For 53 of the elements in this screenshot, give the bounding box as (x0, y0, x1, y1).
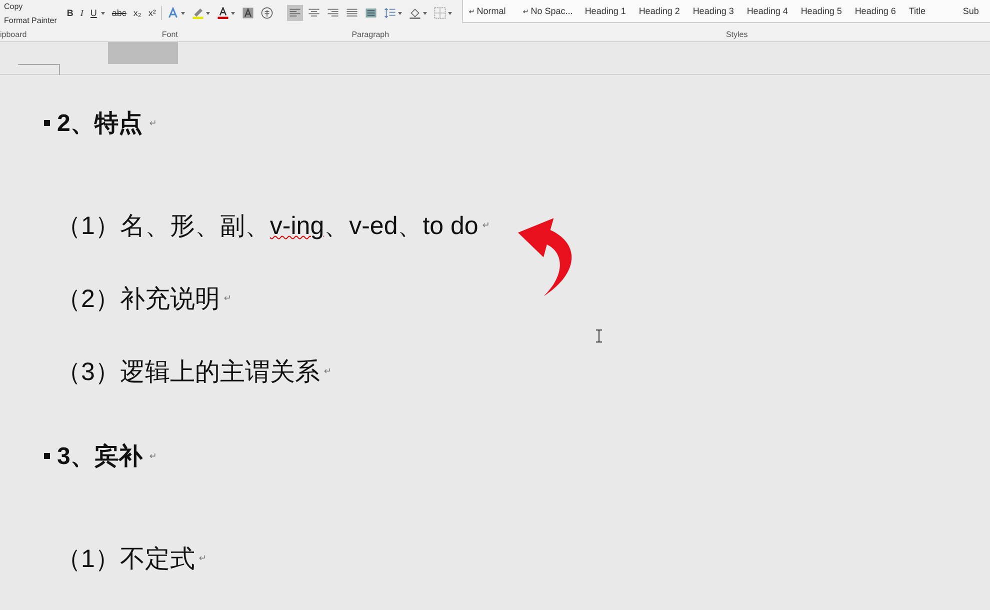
style-option[interactable]: Heading 3 (686, 6, 741, 16)
borders-icon (434, 7, 446, 19)
style-option[interactable]: Title (902, 6, 957, 16)
align-left-icon (288, 7, 301, 19)
paragraph-mark: ↵ (149, 118, 157, 128)
style-option[interactable]: Heading 4 (740, 6, 795, 16)
distribute-icon (364, 7, 377, 19)
line-spacing-icon (384, 7, 396, 19)
group-label: Styles (724, 30, 749, 41)
paragraph-mark: ↵ (224, 293, 232, 304)
enclosed-character-icon (260, 7, 273, 19)
align-left-button[interactable] (286, 5, 303, 21)
paragraph-mark: ↵ (482, 220, 490, 231)
group-label: Paragraph (350, 30, 390, 41)
clipboard-command[interactable]: Format Painter (0, 14, 57, 28)
enclose-character-button[interactable] (258, 5, 275, 21)
style-option[interactable]: Heading 5 (794, 6, 849, 16)
text-cursor-icon (595, 329, 603, 343)
line-spacing-button[interactable] (382, 5, 404, 21)
font-format-button[interactable]: I (78, 8, 86, 18)
font-format-button[interactable]: B (64, 8, 76, 18)
list-item-text: （2）补充说明 (56, 284, 220, 315)
page-corner-mark (18, 64, 60, 75)
list-item-text: （1）名、形、副、v-ing、v-ed、to do (56, 211, 478, 242)
font-format-button[interactable]: U (88, 8, 107, 18)
heading-text: 3、宾补 (57, 442, 142, 472)
paint-bucket-icon (408, 7, 421, 19)
bullet-icon (44, 453, 50, 459)
group-label: ipboard (0, 30, 28, 41)
style-option[interactable]: Heading 2 (632, 6, 687, 16)
align-right-icon (326, 7, 339, 19)
ruler-block (108, 42, 178, 64)
style-option[interactable]: Sub (956, 6, 990, 16)
list-item-text: （1）不定式 (56, 544, 195, 575)
paragraph-mark: ↵ (198, 553, 206, 564)
group-label: Font (160, 30, 179, 41)
text-effects-icon (166, 7, 179, 19)
font-color-icon (216, 7, 229, 19)
style-option[interactable]: Heading 1 (578, 6, 633, 16)
font-format-button[interactable]: x₂ (131, 8, 144, 18)
paragraph-mark: ↵ (324, 366, 332, 377)
paragraph-mark: ↵ (149, 450, 157, 462)
bullet-icon (44, 120, 50, 126)
highlighter-icon (192, 7, 204, 19)
character-shading-icon (242, 7, 254, 19)
list-item-text: （3）逻辑上的主谓关系 (56, 357, 320, 388)
clipboard-command[interactable]: Copy (0, 0, 57, 14)
justify-icon (346, 7, 358, 19)
font-format-button[interactable]: abc (110, 8, 128, 18)
style-option[interactable]: Heading 6 (848, 6, 903, 16)
font-format-button[interactable]: x² (146, 8, 158, 18)
heading-text: 2、特点 (57, 109, 142, 139)
align-center-icon (308, 7, 320, 19)
